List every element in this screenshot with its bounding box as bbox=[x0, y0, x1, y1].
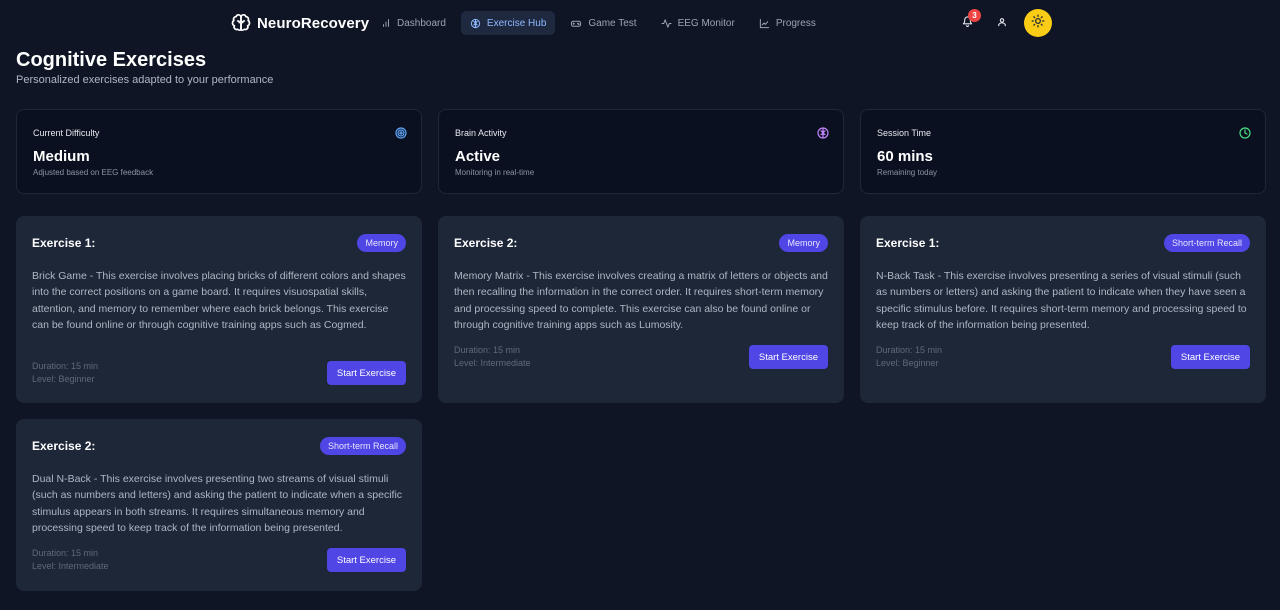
target-icon bbox=[395, 127, 407, 139]
brain-icon bbox=[817, 127, 829, 139]
nav-item-dashboard[interactable]: Dashboard bbox=[372, 11, 455, 35]
exercise-tag: Short-term Recall bbox=[319, 437, 406, 455]
gamepad-icon bbox=[570, 18, 582, 29]
nav-item-label: Game Test bbox=[588, 17, 637, 29]
bar-chart-icon bbox=[381, 18, 391, 28]
exercise-duration: Duration: 15 min bbox=[876, 345, 943, 355]
exercise-tag: Short-term Recall bbox=[1163, 234, 1250, 252]
nav-item-eeg-monitor[interactable]: EEG Monitor bbox=[652, 11, 744, 35]
stat-note: Adjusted based on EEG feedback bbox=[33, 168, 154, 177]
brand-name: NeuroRecovery bbox=[257, 14, 370, 32]
exercise-duration: Duration: 15 min bbox=[32, 361, 99, 371]
theme-toggle-button[interactable] bbox=[1024, 9, 1052, 37]
stat-label: Brain Activity bbox=[455, 128, 507, 138]
exercise-duration: Duration: 15 min bbox=[454, 345, 521, 355]
exercise-card: Exercise 1: Memory Brick Game - This exe… bbox=[16, 216, 422, 403]
stat-card-session-time: Session Time 60 mins Remaining today bbox=[860, 109, 1266, 194]
page-title: Cognitive Exercises bbox=[16, 49, 207, 71]
start-exercise-button[interactable]: Start Exercise bbox=[1170, 345, 1250, 369]
stat-card-brain-activity: Brain Activity Active Monitoring in real… bbox=[438, 109, 844, 194]
exercise-level: Level: Intermediate bbox=[32, 561, 109, 571]
exercise-card: Exercise 2: Short-term Recall Dual N-Bac… bbox=[16, 419, 422, 591]
exercise-level: Level: Intermediate bbox=[454, 358, 531, 368]
brain-logo-icon bbox=[231, 13, 251, 33]
stat-card-difficulty: Current Difficulty Medium Adjusted based… bbox=[16, 109, 422, 194]
exercise-tag: Memory bbox=[357, 234, 406, 252]
stat-value: Medium bbox=[33, 148, 90, 165]
brand[interactable]: NeuroRecovery bbox=[231, 12, 369, 34]
exercise-title: Exercise 1: bbox=[876, 236, 940, 250]
stat-value: Active bbox=[455, 148, 501, 165]
nav-menu: Dashboard Exercise Hub Game Test EEG Mon… bbox=[372, 11, 825, 35]
stat-label: Session Time bbox=[877, 128, 932, 138]
start-exercise-button[interactable]: Start Exercise bbox=[326, 548, 406, 572]
notification-badge: 3 bbox=[968, 9, 981, 22]
exercise-description: Brick Game - This exercise involves plac… bbox=[32, 270, 406, 331]
exercise-description: N-Back Task - This exercise involves pre… bbox=[876, 270, 1247, 331]
exercise-tag: Memory bbox=[779, 234, 828, 252]
nav-item-progress[interactable]: Progress bbox=[750, 11, 825, 35]
exercise-description: Dual N-Back - This exercise involves pre… bbox=[32, 473, 403, 534]
nav-item-label: Progress bbox=[775, 17, 816, 29]
stat-note: Remaining today bbox=[877, 168, 938, 177]
user-profile-button[interactable] bbox=[993, 14, 1011, 32]
exercise-title: Exercise 2: bbox=[454, 236, 518, 250]
nav-item-label: EEG Monitor bbox=[677, 17, 735, 29]
stat-note: Monitoring in real-time bbox=[455, 168, 535, 177]
brain-icon bbox=[470, 18, 481, 29]
stat-value: 60 mins bbox=[877, 148, 933, 165]
nav-item-exercise-hub[interactable]: Exercise Hub bbox=[460, 11, 556, 35]
top-navbar: NeuroRecovery Dashboard Exercise Hub Gam… bbox=[0, 0, 1280, 46]
nav-item-label: Dashboard bbox=[397, 17, 446, 29]
start-exercise-button[interactable]: Start Exercise bbox=[748, 345, 828, 369]
start-exercise-button[interactable]: Start Exercise bbox=[326, 361, 406, 385]
exercise-card: Exercise 1: Short-term Recall N-Back Tas… bbox=[860, 216, 1266, 403]
exercise-title: Exercise 1: bbox=[32, 236, 96, 250]
exercise-card: Exercise 2: Memory Memory Matrix - This … bbox=[438, 216, 844, 403]
nav-item-label: Exercise Hub bbox=[486, 17, 547, 29]
stat-label: Current Difficulty bbox=[33, 128, 100, 138]
exercise-description: Memory Matrix - This exercise involves c… bbox=[454, 270, 828, 331]
exercise-title: Exercise 2: bbox=[32, 439, 96, 453]
exercise-level: Level: Beginner bbox=[876, 358, 939, 368]
user-icon bbox=[997, 14, 1007, 32]
nav-item-game-test[interactable]: Game Test bbox=[561, 11, 645, 35]
activity-icon bbox=[660, 18, 672, 29]
page-subtitle: Personalized exercises adapted to your p… bbox=[16, 74, 274, 86]
exercise-level: Level: Beginner bbox=[32, 374, 95, 384]
line-chart-icon bbox=[759, 18, 770, 29]
exercise-duration: Duration: 15 min bbox=[32, 548, 99, 558]
clock-icon bbox=[1239, 127, 1251, 139]
sun-icon bbox=[1031, 14, 1045, 33]
